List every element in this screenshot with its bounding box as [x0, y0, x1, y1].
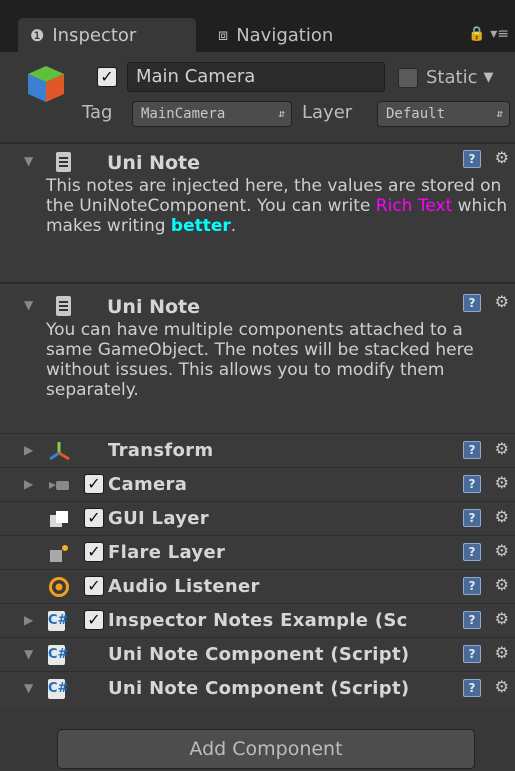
component-inspector-notes-example[interactable]: ▶ C# ✓ Inspector Notes Example (Sc ? ⚙: [0, 603, 515, 637]
uni-note-header[interactable]: ▼ Uni Note ? ⚙: [0, 292, 515, 322]
divider: [0, 282, 515, 284]
script-icon: C#: [48, 645, 68, 665]
gear-icon[interactable]: ⚙: [495, 507, 509, 526]
lock-icon[interactable]: 🔒: [468, 26, 485, 42]
rich-text-sample: Rich Text: [375, 196, 453, 216]
help-icon[interactable]: ?: [463, 441, 481, 459]
note-text: You can have multiple components attache…: [46, 320, 474, 400]
help-icon[interactable]: ?: [463, 645, 481, 663]
gear-icon[interactable]: ⚙: [495, 292, 509, 311]
navigation-icon: ⧈: [218, 25, 229, 44]
help-icon[interactable]: ?: [463, 679, 481, 697]
foldout-collapsed-icon[interactable]: ▶: [24, 443, 33, 457]
component-enabled-checkbox[interactable]: ✓: [84, 508, 104, 528]
component-camera[interactable]: ▶ ✓ Camera ? ⚙: [0, 467, 515, 501]
gear-icon[interactable]: ⚙: [495, 677, 509, 696]
updown-arrow-icon: ⇵: [496, 107, 503, 120]
component-enabled-checkbox[interactable]: ✓: [84, 542, 104, 562]
menu-icon[interactable]: ▾≡: [490, 26, 509, 42]
foldout-expanded-icon[interactable]: ▼: [24, 681, 33, 695]
tab-navigation[interactable]: ⧈ Navigation: [210, 18, 380, 52]
component-gui-layer[interactable]: ✓ GUI Layer ? ⚙: [0, 501, 515, 535]
script-icon: C#: [48, 611, 68, 631]
divider: [0, 142, 515, 144]
help-icon[interactable]: ?: [463, 611, 481, 629]
component-title: Inspector Notes Example (Sc: [108, 610, 408, 631]
layer-label: Layer: [302, 102, 353, 123]
chevron-down-icon[interactable]: ▼: [483, 70, 493, 85]
tag-value: MainCamera: [141, 106, 226, 122]
help-icon[interactable]: ?: [463, 294, 481, 312]
foldout-collapsed-icon[interactable]: ▶: [24, 477, 33, 491]
component-audio-listener[interactable]: ✓ Audio Listener ? ⚙: [0, 569, 515, 603]
gameobject-icon: [28, 66, 64, 102]
note-icon: [56, 296, 71, 316]
note-title: Uni Note: [107, 152, 201, 174]
static-checkbox[interactable]: [398, 67, 418, 88]
audio-listener-icon: [49, 577, 69, 597]
active-checkbox[interactable]: ✓: [97, 67, 117, 87]
help-icon[interactable]: ?: [463, 150, 481, 168]
gameobject-header: ✓ Main Camera Static ▼ Tag MainCamera ⇵ …: [0, 52, 515, 142]
add-component-button[interactable]: Add Component: [57, 729, 475, 769]
name-field[interactable]: Main Camera: [127, 62, 385, 92]
note-text: This notes are injected here, the values…: [0, 176, 515, 236]
help-icon[interactable]: ?: [463, 475, 481, 493]
gear-icon[interactable]: ⚙: [495, 148, 509, 167]
component-uni-note-2[interactable]: ▼ C# Uni Note Component (Script) ? ⚙: [0, 671, 515, 705]
component-enabled-checkbox[interactable]: ✓: [84, 610, 104, 630]
help-icon[interactable]: ?: [463, 543, 481, 561]
component-title: Transform: [108, 440, 214, 461]
component-enabled-checkbox[interactable]: ✓: [84, 474, 104, 494]
tab-tools: 🔒 ▾≡: [468, 26, 509, 42]
note-title: Uni Note: [107, 296, 201, 318]
note-text-part: .: [230, 216, 237, 236]
tab-inspector[interactable]: ❶ Inspector: [18, 18, 196, 52]
static-toggle[interactable]: Static ▼: [398, 67, 493, 88]
gear-icon[interactable]: ⚙: [495, 541, 509, 560]
updown-arrow-icon: ⇵: [278, 107, 285, 120]
foldout-expanded-icon[interactable]: ▼: [24, 298, 33, 312]
uni-note-1: ▼ Uni Note ? ⚙ This notes are injected h…: [0, 148, 515, 236]
component-title: Camera: [108, 474, 188, 495]
component-title: Audio Listener: [108, 576, 260, 597]
component-flare-layer[interactable]: ✓ Flare Layer ? ⚙: [0, 535, 515, 569]
tab-inspector-label: Inspector: [52, 24, 137, 46]
component-title: Uni Note Component (Script): [108, 644, 410, 665]
tag-dropdown[interactable]: MainCamera ⇵: [132, 101, 292, 127]
component-title: GUI Layer: [108, 508, 209, 529]
component-transform[interactable]: ▶ Transform ? ⚙: [0, 433, 515, 467]
gear-icon[interactable]: ⚙: [495, 439, 509, 458]
layer-value: Default: [386, 106, 446, 122]
uni-note-header[interactable]: ▼ Uni Note ? ⚙: [0, 148, 515, 178]
add-component-area: Add Component: [0, 707, 515, 771]
help-icon[interactable]: ?: [463, 509, 481, 527]
transform-icon: [49, 442, 70, 461]
help-icon[interactable]: ?: [463, 577, 481, 595]
gear-icon[interactable]: ⚙: [495, 609, 509, 628]
camera-icon: [49, 481, 69, 490]
bold-text-sample: better: [170, 216, 231, 236]
foldout-expanded-icon[interactable]: ▼: [24, 647, 33, 661]
gear-icon[interactable]: ⚙: [495, 575, 509, 594]
info-icon: ❶: [30, 25, 45, 45]
tab-bar: ❶ Inspector ⧈ Navigation 🔒 ▾≡: [0, 0, 515, 52]
flare-layer-icon: [50, 545, 68, 562]
component-title: Flare Layer: [108, 542, 226, 563]
script-icon: C#: [48, 679, 68, 699]
layer-dropdown[interactable]: Default ⇵: [377, 101, 510, 127]
component-uni-note-1[interactable]: ▼ C# Uni Note Component (Script) ? ⚙: [0, 637, 515, 671]
foldout-expanded-icon[interactable]: ▼: [24, 154, 33, 168]
note-icon: [56, 152, 71, 172]
static-label: Static: [426, 67, 478, 88]
component-enabled-checkbox[interactable]: ✓: [84, 576, 104, 596]
gear-icon[interactable]: ⚙: [495, 643, 509, 662]
gui-layer-icon: [50, 511, 68, 527]
tab-navigation-label: Navigation: [236, 24, 334, 46]
component-title: Uni Note Component (Script): [108, 678, 410, 699]
foldout-collapsed-icon[interactable]: ▶: [24, 613, 33, 627]
uni-note-2: ▼ Uni Note ? ⚙ You can have multiple com…: [0, 292, 515, 400]
gear-icon[interactable]: ⚙: [495, 473, 509, 492]
tag-label: Tag: [82, 102, 113, 123]
